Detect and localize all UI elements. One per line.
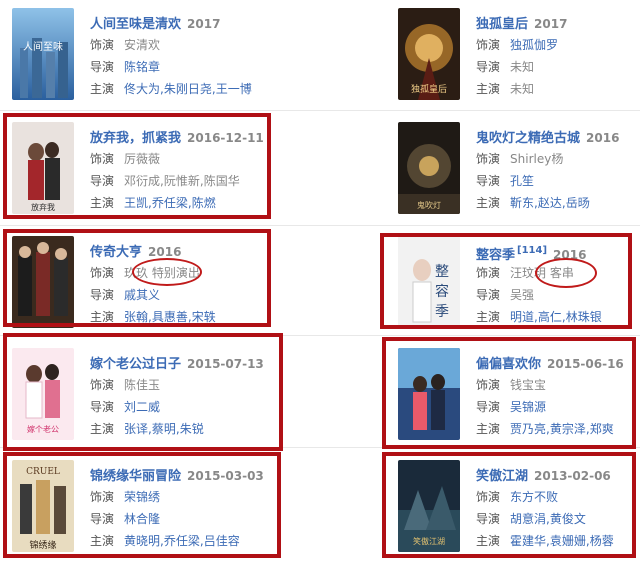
drama-card-c4: 鬼吹灯 鬼吹灯之精绝古城 2016 饰演 Shirley杨 导演 孔笙 主演 靳东,赵达…	[398, 122, 640, 226]
role-name: Shirley杨	[510, 152, 564, 166]
cast-member[interactable]: 靳东	[510, 196, 534, 210]
drama-title[interactable]: 独孤皇后	[476, 17, 528, 32]
drama-year: 2017	[534, 17, 568, 31]
highlight-oval	[535, 258, 597, 288]
poster-image[interactable]: 鬼吹灯	[398, 122, 460, 214]
director-name: 未知	[510, 60, 535, 74]
highlight-box	[380, 233, 632, 329]
drama-title[interactable]: 鬼吹灯之精绝古城	[476, 131, 580, 146]
drama-card-c2: 独孤皇后 独孤皇后 2017 饰演 独孤伽罗 导演 未知 主演 未知	[398, 8, 640, 112]
role-name[interactable]: 独孤伽罗	[510, 38, 558, 52]
cast-row: 主演 靳东,赵达,岳旸	[476, 196, 590, 210]
drama-year: 2017	[187, 17, 221, 31]
svg-text:独孤皇后: 独孤皇后	[411, 83, 447, 95]
highlight-box	[382, 452, 636, 558]
highlight-oval	[132, 258, 202, 286]
cast-member[interactable]: 佟大为	[124, 82, 160, 96]
director-name[interactable]: 陈铭章	[124, 60, 160, 74]
cast-row: 主演 佟大为,朱刚日尧,王一博	[90, 82, 252, 96]
drama-title[interactable]: 人间至味是清欢	[90, 17, 181, 32]
director-row: 导演 陈铭章	[90, 60, 161, 74]
director-name[interactable]: 孔笙	[510, 174, 534, 188]
poster-image[interactable]: 人间至味	[12, 8, 74, 100]
cast-member[interactable]: 赵达	[538, 196, 562, 210]
role-row: 饰演 安清欢	[90, 38, 161, 52]
role-row: 饰演 Shirley杨	[476, 152, 564, 166]
drama-card-c1: 人间至味 人间至味是清欢 2017 饰演 安清欢 导演 陈铭章 主演 佟大为,朱刚日尧,…	[12, 8, 312, 112]
cast-member[interactable]: 王一博	[216, 82, 252, 96]
cast-member: 未知	[510, 82, 535, 96]
highlight-box	[3, 333, 283, 451]
poster-image[interactable]: 独孤皇后	[398, 8, 460, 100]
svg-text:人间至味: 人间至味	[23, 40, 63, 53]
cast-member[interactable]: 岳旸	[566, 196, 590, 210]
cast-member[interactable]: 朱刚日尧	[164, 82, 212, 96]
director-row: 导演 未知	[476, 60, 535, 74]
role-name: 安清欢	[124, 38, 161, 52]
cast-row: 主演 未知	[476, 82, 535, 96]
svg-text:鬼吹灯: 鬼吹灯	[417, 200, 441, 210]
highlight-box	[3, 452, 281, 558]
role-row: 饰演 独孤伽罗	[476, 38, 559, 52]
highlight-box	[382, 337, 636, 449]
director-row: 导演 孔笙	[476, 174, 535, 188]
drama-year: 2016	[586, 131, 620, 145]
highlight-box	[3, 113, 271, 219]
